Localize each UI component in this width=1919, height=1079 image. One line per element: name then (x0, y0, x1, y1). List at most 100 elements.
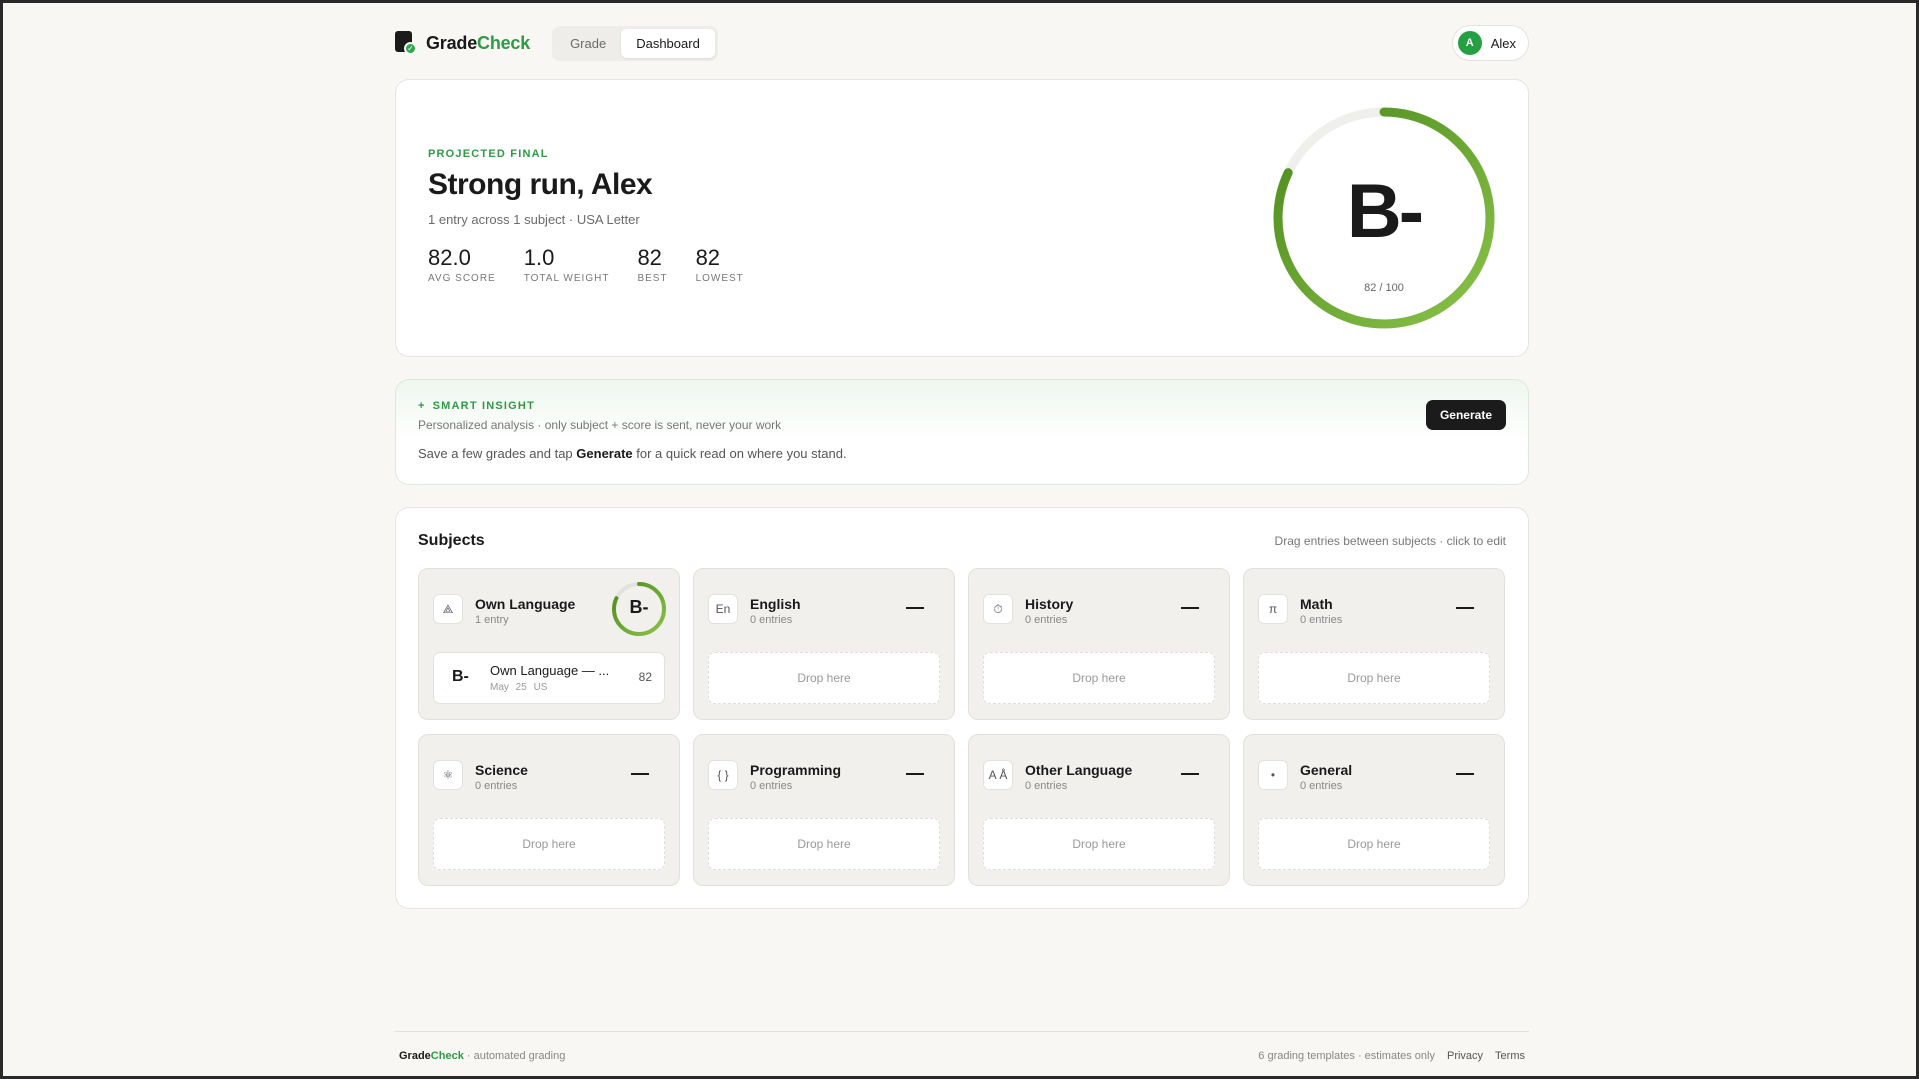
subjects-hint: Drag entries between subjects · click to… (1274, 534, 1506, 548)
subject-card-math[interactable]: π Math 0 entries Drop here (1243, 568, 1505, 720)
subject-name: Own Language (475, 596, 576, 612)
subject-name: English (750, 596, 801, 612)
subject-card-own-language[interactable]: ⟁ Own Language 1 entry B- B- Own Languag… (418, 568, 680, 720)
projected-final-eyebrow: PROJECTED FINAL (428, 148, 549, 160)
subjects-panel: Subjects Drag entries between subjects ·… (395, 507, 1529, 909)
footer: GradeCheck · automated grading 6 grading… (395, 1031, 1529, 1062)
subject-count: 0 entries (1300, 614, 1343, 626)
brand[interactable]: ✓ GradeCheck (395, 31, 530, 55)
projected-grade: B- (1346, 169, 1424, 254)
drop-zone[interactable]: Drop here (708, 652, 940, 704)
smart-insight-label: SMART INSIGHT (432, 400, 536, 412)
subject-count: 0 entries (1025, 614, 1068, 626)
drop-zone[interactable]: Drop here (708, 818, 940, 870)
tab-grade[interactable]: Grade (555, 29, 621, 58)
smart-insight-eyebrow: + SMART INSIGHT (418, 400, 535, 412)
app-frame: ✓ GradeCheck Grade Dashboard A Alex PROJ… (3, 3, 1916, 1076)
stat-value: 82.0 (428, 245, 471, 270)
entry-grade: B- (452, 668, 469, 685)
drop-zone[interactable]: Drop here (433, 818, 665, 870)
stat-lowest: 82 LOWEST (696, 245, 744, 284)
subject-card-programming[interactable]: { } Programming 0 entries Drop here (693, 734, 955, 886)
projected-final-card: PROJECTED FINAL Strong run, Alex 1 entry… (395, 79, 1529, 357)
entry-date: May 25 (490, 682, 527, 693)
drop-zone[interactable]: Drop here (983, 652, 1215, 704)
subject-name: Other Language (1025, 762, 1133, 778)
smart-insight-subtitle: Personalized analysis · only subject + s… (418, 418, 782, 432)
english-icon: En (708, 594, 738, 624)
language-icon: ⟁ (433, 594, 463, 624)
footer-tagline: · automated grading (466, 1050, 566, 1062)
user-menu-button[interactable]: A Alex (1451, 25, 1529, 61)
subject-card-general[interactable]: • General 0 entries Drop here (1243, 734, 1505, 886)
pi-icon: π (1258, 594, 1288, 624)
footer-brand-part1: Grade (399, 1050, 431, 1062)
no-grade-dash (1456, 607, 1474, 609)
grade-entry[interactable]: B- Own Language — ... May 25 US 82 (433, 652, 665, 704)
page-title: Strong run, Alex (428, 168, 653, 201)
stats-row: 82.0 AVG SCORE 1.0 TOTAL WEIGHT 82 BEST … (428, 245, 744, 284)
entry-score: 82 (638, 670, 652, 684)
subject-card-history[interactable]: ⏱ History 0 entries Drop here (968, 568, 1230, 720)
subject-count: 0 entries (1025, 780, 1068, 792)
insight-body-post: for a quick read on where you stand. (632, 446, 847, 461)
stat-label: LOWEST (695, 273, 744, 284)
subject-grade: B- (629, 597, 649, 617)
generate-button[interactable]: Generate (1425, 400, 1506, 430)
subjects-title: Subjects (418, 532, 485, 549)
footer-brand: GradeCheck · automated grading (399, 1050, 565, 1062)
entry-title: Own Language — ... (490, 663, 610, 678)
nav-tabs: Grade Dashboard (552, 25, 718, 61)
projected-score: 82 / 100 (1364, 282, 1404, 294)
stat-value: 82 (695, 245, 721, 270)
no-grade-dash (631, 773, 649, 775)
drop-zone[interactable]: Drop here (1258, 818, 1490, 870)
stat-label: BEST (637, 273, 668, 284)
privacy-link[interactable]: Privacy (1447, 1050, 1483, 1062)
subject-count: 0 entries (1300, 780, 1343, 792)
no-grade-dash (906, 773, 924, 775)
atom-icon: ⚛ (433, 760, 463, 790)
no-grade-dash (1181, 773, 1199, 775)
subjects-grid: ⟁ Own Language 1 entry B- B- Own Languag… (418, 568, 1505, 886)
drop-zone[interactable]: Drop here (983, 818, 1215, 870)
entry-meta: May 25 US (490, 682, 547, 693)
insight-body-pre: Save a few grades and tap (418, 446, 577, 461)
subject-count: 0 entries (750, 614, 793, 626)
subject-name: Programming (750, 762, 842, 778)
subject-name: Science (475, 762, 528, 778)
no-grade-dash (1456, 773, 1474, 775)
brand-name-part1: Grade (426, 32, 478, 53)
stat-label: AVG SCORE (428, 273, 496, 284)
grade-ring: B- 82 / 100 (1272, 106, 1496, 330)
stat-total-weight: 1.0 TOTAL WEIGHT (524, 245, 610, 284)
insight-body-bold: Generate (576, 446, 633, 461)
smart-insight-body: Save a few grades and tap Generate for a… (418, 446, 847, 461)
braces-icon: { } (708, 760, 738, 790)
stat-best: 82 BEST (637, 245, 667, 284)
avatar: A (1457, 31, 1482, 55)
subject-card-science[interactable]: ⚛ Science 0 entries Drop here (418, 734, 680, 886)
stat-value: 1.0 (523, 245, 555, 270)
subject-count: 1 entry (475, 614, 509, 626)
logo-icon: ✓ (395, 31, 417, 55)
footer-links: 6 grading templates · estimates only Pri… (1258, 1050, 1525, 1062)
subject-name: Math (1300, 596, 1333, 612)
brand-name: GradeCheck (426, 33, 530, 54)
brand-name-part2: Check (477, 32, 531, 53)
user-name: Alex (1490, 35, 1516, 51)
subject-card-english[interactable]: En English 0 entries Drop here (693, 568, 955, 720)
drop-zone[interactable]: Drop here (1258, 652, 1490, 704)
tab-dashboard[interactable]: Dashboard (621, 28, 715, 58)
dot-icon: • (1258, 760, 1288, 790)
footer-note: 6 grading templates · estimates only (1258, 1050, 1435, 1062)
stat-value: 82 (637, 245, 662, 270)
stat-label: TOTAL WEIGHT (523, 273, 610, 284)
no-grade-dash (906, 607, 924, 609)
subject-card-other-language[interactable]: A Å Other Language 0 entries Drop here (968, 734, 1230, 886)
clock-icon: ⏱ (983, 594, 1013, 624)
subject-grade-ring: B- (611, 581, 667, 637)
terms-link[interactable]: Terms (1495, 1050, 1525, 1062)
subject-count: 0 entries (750, 780, 793, 792)
top-bar: ✓ GradeCheck Grade Dashboard A Alex (395, 23, 1529, 63)
